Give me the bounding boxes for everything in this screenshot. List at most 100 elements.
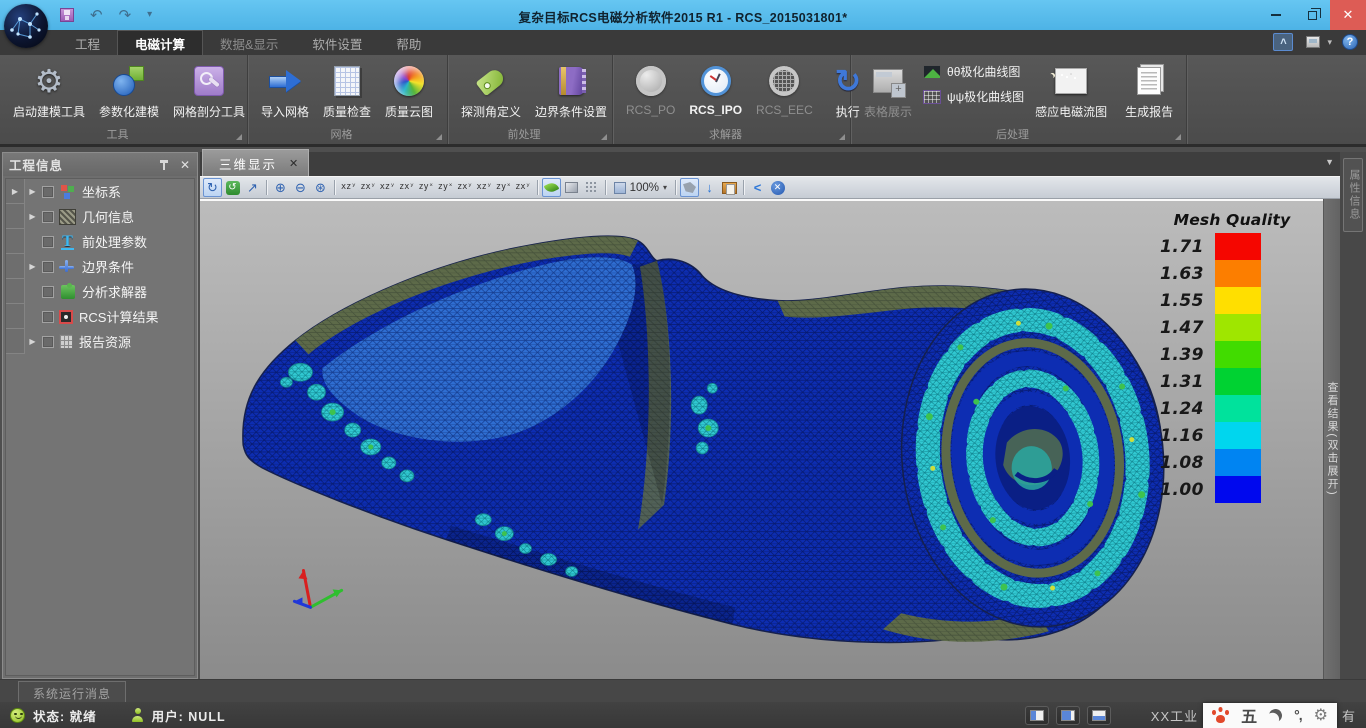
capture-button[interactable] [720, 178, 739, 197]
group-corner-icon[interactable] [839, 134, 845, 140]
view-orientation-button[interactable]: xzʸ [339, 178, 358, 197]
zoom-out-button[interactable]: ⊖ [291, 178, 310, 197]
tab-overflow-icon[interactable]: ▼ [1325, 157, 1334, 167]
view-orientation-button[interactable]: zxʸ [397, 178, 416, 197]
menu-tab-help[interactable]: 帮助 [379, 30, 438, 55]
drop-down-view-button[interactable]: ↓ [700, 178, 719, 197]
close-button[interactable]: ✕ [1330, 0, 1366, 30]
redo-icon[interactable]: ↷ [119, 8, 132, 23]
quality-cloudmap-button[interactable]: 质量云图 [378, 61, 440, 123]
probe-angle-define-button[interactable]: 探测角定义 [454, 61, 528, 123]
layout-left-button[interactable] [1025, 706, 1049, 725]
grid-points-button[interactable] [582, 178, 601, 197]
zoom-in-button[interactable]: ⊕ [271, 178, 290, 197]
tree-item-boundary-conditions[interactable]: ▶ 边界条件 [6, 254, 194, 279]
tree-item-coordinate-system[interactable]: ▶ ▶ 坐标系 [6, 179, 194, 204]
view-orientation-button[interactable]: xzʸ [378, 178, 397, 197]
help-button[interactable]: ? [1342, 34, 1358, 50]
minimize-button[interactable] [1258, 0, 1294, 30]
rotate-view-button[interactable]: ↻ [203, 178, 222, 197]
import-mesh-button[interactable]: 导入网格 [254, 61, 316, 123]
shaded-view-button[interactable] [542, 178, 561, 197]
panel-close-icon[interactable]: ✕ [180, 158, 191, 172]
undo-icon[interactable]: ↶ [90, 8, 103, 23]
polygon-select-button[interactable] [680, 178, 699, 197]
view-orientation-button[interactable]: zyˣ [436, 178, 455, 197]
expander-arrow-icon[interactable]: ▶ [25, 187, 40, 196]
clear-view-button[interactable]: ✕ [768, 178, 787, 197]
menu-tab-data-display[interactable]: 数据&显示 [203, 30, 295, 55]
status-smiley-icon [10, 708, 25, 723]
tree-checkbox[interactable] [42, 186, 54, 198]
ime-paw-icon[interactable] [1212, 707, 1229, 723]
view-orientation-button[interactable]: zyˣ [494, 178, 513, 197]
menu-tab-em-computation[interactable]: 电磁计算 [117, 30, 203, 55]
view-orientation-button[interactable]: zxʸ [455, 178, 474, 197]
quick-access-dropdown-icon[interactable]: ▾ [147, 10, 152, 20]
rcs-eec-button[interactable]: RCS_EEC [749, 61, 820, 120]
generate-report-button[interactable]: 生成报告 [1118, 61, 1180, 123]
pan-view-button[interactable]: ↗ [243, 178, 262, 197]
ime-punctuation-indicator[interactable]: °, [1294, 707, 1302, 723]
tree-checkbox[interactable] [42, 211, 54, 223]
quality-check-button[interactable]: 质量检查 [316, 61, 378, 123]
expander-arrow-icon[interactable]: ▶ [25, 337, 40, 346]
tree-item-preprocess-params[interactable]: T 前处理参数 [6, 229, 194, 254]
display-mode-button[interactable] [1303, 33, 1323, 51]
mesh-partition-tool-button[interactable]: 网格剖分工具 [166, 61, 252, 123]
expander-arrow-icon[interactable]: ▶ [25, 212, 40, 221]
ribbon-collapse-button[interactable]: ˄ [1273, 33, 1293, 51]
menu-tab-software-settings[interactable]: 软件设置 [295, 30, 379, 55]
tree-checkbox[interactable] [42, 311, 54, 323]
tab-3d-display[interactable]: 三维显示 ✕ [202, 149, 309, 176]
view-orientation-button[interactable]: xzʸ [475, 178, 494, 197]
tree-checkbox[interactable] [42, 261, 54, 273]
group-corner-icon[interactable] [236, 134, 242, 140]
share-nodes-button[interactable]: < [748, 178, 767, 197]
restore-button[interactable] [1294, 0, 1330, 30]
tab-close-icon[interactable]: ✕ [289, 157, 298, 170]
boundary-condition-settings-button[interactable]: 边界条件设置 [528, 61, 614, 123]
tree-checkbox[interactable] [42, 236, 54, 248]
rcs-ipo-button[interactable]: RCS_IPO [682, 61, 749, 120]
expander-arrow-icon[interactable]: ▶ [8, 187, 23, 196]
expander-arrow-icon[interactable]: ▶ [25, 262, 40, 271]
zoom-fit-button[interactable]: ⊛ [311, 178, 330, 197]
layout-split-button[interactable] [1056, 706, 1080, 725]
psi-polar-curve-button[interactable]: ψψ极化曲线图 [923, 88, 1024, 105]
results-side-tab[interactable]: 查看结果(双击展开) [1323, 199, 1340, 679]
rcs-po-button[interactable]: RCS_PO [619, 61, 682, 120]
tree-checkbox[interactable] [42, 286, 54, 298]
tree-item-report-resources[interactable]: ▶ 报告资源 [6, 329, 194, 354]
ime-settings-gear-icon[interactable]: ⚙ [1314, 707, 1328, 723]
layout-bottom-button[interactable] [1087, 706, 1111, 725]
moon-icon[interactable] [1267, 707, 1284, 724]
group-corner-icon[interactable] [1175, 134, 1181, 140]
launch-modeling-tool-button[interactable]: ⚙ 启动建模工具 [6, 61, 92, 123]
view-orientation-button[interactable]: zyˣ [416, 178, 435, 197]
properties-side-tab[interactable]: 属性信息 [1343, 158, 1363, 232]
tree-item-geometry-info[interactable]: ▶ 几何信息 [6, 204, 194, 229]
ime-wubi-indicator[interactable]: 五 [1241, 703, 1257, 727]
tree-checkbox[interactable] [42, 336, 54, 348]
menu-tab-project[interactable]: 工程 [58, 30, 117, 55]
induced-current-map-button[interactable]: 感应电磁流图 [1028, 61, 1114, 123]
view-orientation-button[interactable]: zxʸ [513, 178, 532, 197]
viewport-3d[interactable]: Mesh Quality 1.711.631.551.471.391.311.2… [200, 199, 1323, 679]
group-corner-icon[interactable] [601, 134, 607, 140]
refresh-view-button[interactable]: ↺ [223, 178, 242, 197]
app-logo[interactable] [4, 4, 48, 48]
parametric-modeling-button[interactable]: 参数化建模 [92, 61, 166, 123]
zoom-level-dropdown[interactable]: 100% ▾ [610, 182, 671, 194]
tree-item-analysis-solver[interactable]: 分析求解器 [6, 279, 194, 304]
save-icon[interactable] [60, 8, 74, 22]
group-corner-icon[interactable] [436, 134, 442, 140]
display-mode-caret-icon[interactable]: ▾ [1327, 37, 1332, 48]
polygon-icon [683, 182, 696, 193]
plane-view-button[interactable] [562, 178, 581, 197]
view-orientation-button[interactable]: zxʸ [358, 178, 377, 197]
table-display-button[interactable]: 表格展示 [857, 61, 919, 123]
pin-icon[interactable] [158, 159, 170, 171]
theta-polar-curve-button[interactable]: θθ极化曲线图 [923, 63, 1024, 80]
tree-item-rcs-results[interactable]: RCS计算结果 [6, 304, 194, 329]
